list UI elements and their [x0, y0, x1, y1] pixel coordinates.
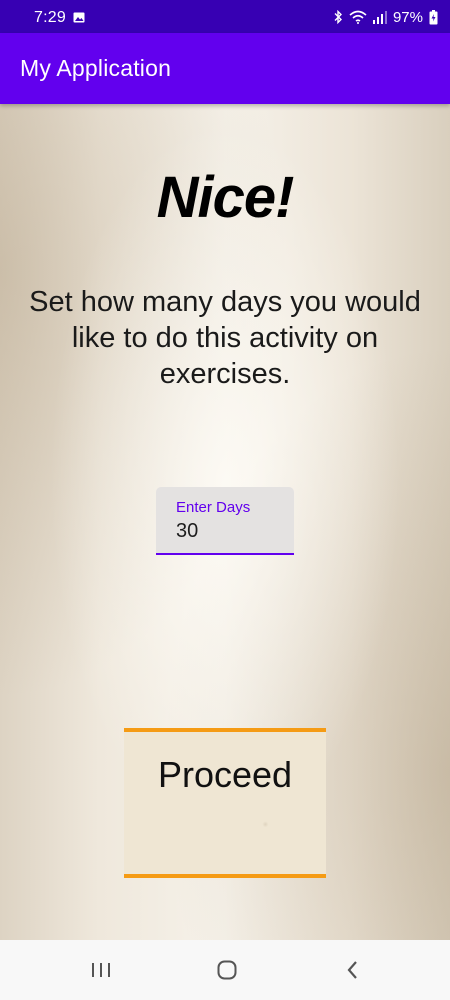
days-input-label: Enter Days	[176, 499, 251, 516]
proceed-button-label: Proceed	[157, 754, 293, 795]
days-input-field[interactable]: Enter Days 30	[156, 487, 294, 555]
status-icons: 97%	[333, 8, 438, 26]
signal-icon	[372, 11, 387, 24]
navigation-bar	[0, 940, 450, 1000]
page-heading: Nice!	[156, 165, 295, 230]
recent-apps-icon[interactable]	[86, 955, 116, 985]
battery-icon	[429, 9, 438, 24]
instruction-text: Set how many days you would like to do t…	[29, 286, 421, 390]
status-time: 7:29	[34, 9, 66, 26]
bluetooth-icon	[334, 10, 342, 24]
content-area: Nice! Set how many days you would like t…	[0, 104, 450, 940]
home-icon[interactable]	[212, 955, 242, 985]
app-title: My Application	[20, 55, 172, 81]
screen: 7:29 97% My Application Nice! Set how ma…	[0, 0, 450, 1000]
wifi-icon	[349, 10, 367, 24]
battery-percent: 97%	[392, 8, 423, 26]
app-bar: My Application	[0, 33, 450, 104]
proceed-button[interactable]: Proceed	[124, 728, 326, 878]
back-icon[interactable]	[338, 955, 368, 985]
gallery-icon	[73, 12, 85, 23]
days-input-value[interactable]: 30	[176, 520, 198, 543]
status-bar: 7:29 97%	[0, 0, 450, 33]
